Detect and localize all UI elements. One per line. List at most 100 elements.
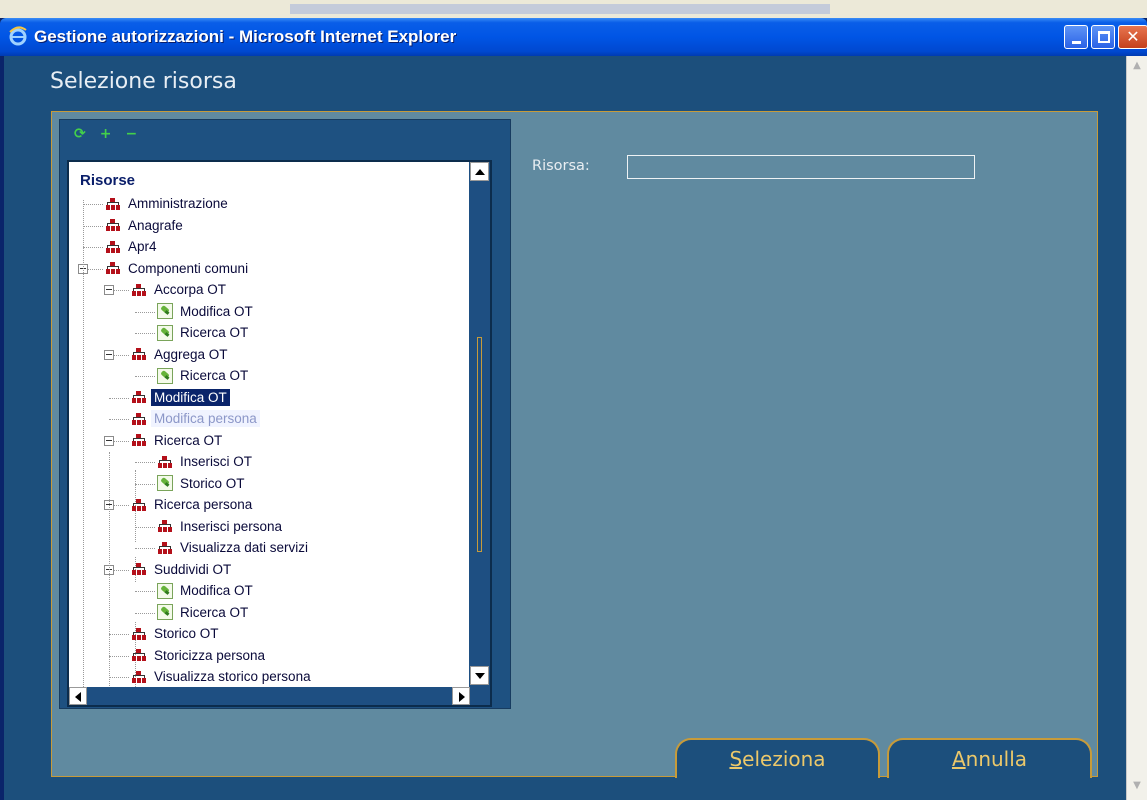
tree-node[interactable]: Modifica OT bbox=[131, 388, 230, 407]
collapse-toggle-icon[interactable] bbox=[104, 349, 114, 360]
tree-connector bbox=[83, 204, 103, 205]
tree-connector bbox=[83, 225, 103, 227]
org-icon bbox=[131, 497, 147, 513]
scroll-right-button[interactable] bbox=[452, 687, 470, 705]
tree-node[interactable]: Storicizza persona bbox=[131, 646, 268, 665]
tree-connector bbox=[135, 333, 155, 334]
tree-root-label[interactable]: Risorse bbox=[80, 172, 135, 189]
tree-node[interactable]: Storico OT bbox=[131, 624, 222, 643]
collapse-all-icon[interactable]: − bbox=[125, 126, 137, 146]
org-icon bbox=[131, 389, 147, 405]
risorsa-label: Risorsa: bbox=[532, 158, 590, 174]
close-button[interactable]: ✕ bbox=[1118, 25, 1147, 49]
tree-node[interactable]: Componenti comuni bbox=[105, 259, 251, 278]
tree-node-label: Visualizza dati servizi bbox=[180, 540, 309, 555]
collapse-toggle-icon[interactable] bbox=[104, 435, 114, 446]
tree-vertical-scrollbar[interactable] bbox=[469, 162, 490, 687]
tree-node[interactable]: Aggrega OT bbox=[131, 345, 231, 364]
tree-node[interactable]: Modifica persona bbox=[131, 409, 260, 428]
tree-node[interactable]: Ricerca OT bbox=[157, 366, 251, 385]
tree-connector bbox=[135, 612, 155, 614]
tree-connector bbox=[109, 677, 129, 678]
scroll-down-button[interactable] bbox=[470, 666, 489, 685]
expand-all-icon[interactable]: + bbox=[100, 126, 112, 146]
arrow-up-icon bbox=[475, 169, 485, 175]
refresh-icon[interactable]: ⟳ bbox=[74, 126, 86, 146]
tree-connector bbox=[135, 311, 155, 313]
collapse-toggle-icon[interactable] bbox=[104, 285, 114, 295]
tree-node-label: Modifica OT bbox=[180, 303, 253, 319]
tree-node[interactable]: Storico OT bbox=[157, 474, 248, 493]
tree-node[interactable]: Ricerca OT bbox=[131, 431, 225, 450]
scroll-left-button[interactable] bbox=[69, 687, 87, 705]
annulla-button[interactable]: Annulla bbox=[887, 738, 1092, 778]
tree-node[interactable]: Anagrafe bbox=[105, 216, 186, 235]
tree-node-label: Ricerca OT bbox=[180, 368, 249, 383]
tree-toolbar: ⟳ + − bbox=[74, 126, 137, 146]
tree-guide-line bbox=[83, 200, 84, 705]
tree-node-label: Componenti comuni bbox=[128, 260, 249, 276]
arrow-right-icon bbox=[459, 692, 465, 702]
tree-node[interactable]: Apr4 bbox=[105, 237, 160, 256]
maximize-button[interactable] bbox=[1091, 25, 1115, 49]
org-icon bbox=[105, 239, 121, 255]
internet-explorer-icon bbox=[9, 26, 27, 46]
scroll-down-icon[interactable]: ▼ bbox=[1129, 780, 1145, 794]
tree-guide-line bbox=[109, 452, 110, 705]
tree-node[interactable]: Ricerca OT bbox=[157, 603, 251, 622]
tree-node[interactable]: Amministrazione bbox=[105, 194, 231, 213]
window-title: Gestione autorizzazioni - Microsoft Inte… bbox=[34, 27, 457, 46]
tree-node[interactable]: Modifica OT bbox=[157, 302, 256, 321]
tree-node-label: Storico OT bbox=[154, 626, 219, 641]
tree-node[interactable]: Ricerca OT bbox=[157, 323, 251, 342]
annulla-accesskey: A bbox=[951, 747, 966, 771]
leaf-icon bbox=[157, 303, 173, 319]
tree-node-label: Inserisci persona bbox=[180, 518, 283, 534]
tree-node-label: Aggrega OT bbox=[154, 346, 228, 362]
tree-node-label: Modifica OT bbox=[151, 388, 230, 406]
scroll-up-icon[interactable]: ▲ bbox=[1129, 60, 1145, 74]
tree-node-label: Storico OT bbox=[180, 475, 245, 491]
resource-tree-panel: ⟳ + − Risorse Amministrazione Anagrafe Apr… bbox=[59, 119, 511, 709]
tree-node[interactable]: Inserisci OT bbox=[157, 452, 255, 471]
tree-node-label: Amministrazione bbox=[128, 196, 228, 211]
tree-node-label: Storicizza persona bbox=[154, 647, 266, 663]
tree-node-label: Inserisci OT bbox=[180, 454, 253, 469]
org-icon bbox=[131, 647, 147, 663]
annulla-label: nnulla bbox=[965, 747, 1028, 771]
tree-node-label: Modifica persona bbox=[151, 410, 260, 427]
seleziona-label: eleziona bbox=[742, 747, 826, 771]
tree-node-label: Suddividi OT bbox=[154, 561, 232, 577]
scroll-thumb[interactable] bbox=[477, 337, 482, 552]
tree-horizontal-scrollbar[interactable] bbox=[69, 687, 490, 705]
tree-node-label: Visualizza storico persona bbox=[154, 669, 311, 684]
page-title: Selezione risorsa bbox=[50, 69, 237, 94]
org-icon bbox=[131, 626, 147, 642]
minimize-button[interactable] bbox=[1064, 25, 1088, 49]
tree-node[interactable]: Visualizza storico persona bbox=[131, 667, 314, 686]
tree-node-label: Modifica OT bbox=[180, 583, 253, 598]
tree-node[interactable]: Suddividi OT bbox=[131, 560, 234, 579]
close-icon: ✕ bbox=[1126, 27, 1140, 46]
risorsa-input[interactable] bbox=[627, 155, 975, 179]
org-icon bbox=[131, 346, 147, 362]
tree-connector bbox=[135, 376, 155, 377]
tree-node[interactable]: Visualizza dati servizi bbox=[157, 538, 311, 557]
tree-node[interactable]: Inserisci persona bbox=[157, 517, 285, 536]
browser-window: Gestione autorizzazioni - Microsoft Inte… bbox=[0, 18, 1147, 800]
maximize-icon bbox=[1098, 31, 1110, 43]
scroll-up-button[interactable] bbox=[470, 162, 489, 181]
tree-connector bbox=[109, 655, 129, 657]
tree-node-label: Ricerca OT bbox=[180, 325, 249, 340]
leaf-icon bbox=[157, 324, 173, 341]
tree-node[interactable]: Accorpa OT bbox=[131, 280, 229, 299]
main-frame: ⟳ + − Risorse Amministrazione Anagrafe Apr… bbox=[51, 111, 1098, 778]
tree-node[interactable]: Modifica OT bbox=[157, 581, 256, 600]
leaf-icon bbox=[157, 367, 173, 384]
title-bar[interactable]: Gestione autorizzazioni - Microsoft Inte… bbox=[0, 18, 1147, 56]
tree-node[interactable]: Ricerca persona bbox=[131, 495, 255, 514]
browser-vertical-scrollbar[interactable]: ▲ ▼ bbox=[1126, 56, 1147, 800]
org-icon bbox=[131, 432, 147, 448]
seleziona-button[interactable]: Seleziona bbox=[675, 738, 880, 778]
page-content: Selezione risorsa ⟳ + − Risorse Amminist… bbox=[4, 56, 1126, 800]
